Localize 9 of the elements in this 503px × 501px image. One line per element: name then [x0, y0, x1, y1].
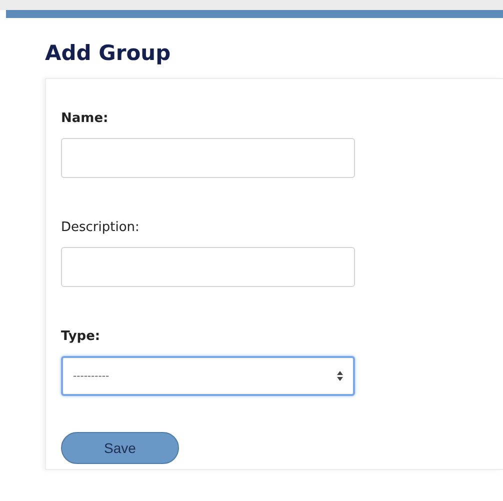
save-button[interactable]: Save — [61, 432, 179, 464]
updown-arrows-icon — [337, 371, 343, 381]
type-dropdown[interactable]: ---------- — [61, 356, 355, 396]
text-field[interactable] — [61, 138, 355, 178]
field-label: Description: — [61, 219, 140, 237]
field-label: Type: — [61, 328, 100, 346]
text-field[interactable] — [61, 247, 355, 287]
field-label: Name: — [61, 110, 108, 128]
page-title: Add Group — [45, 40, 172, 67]
